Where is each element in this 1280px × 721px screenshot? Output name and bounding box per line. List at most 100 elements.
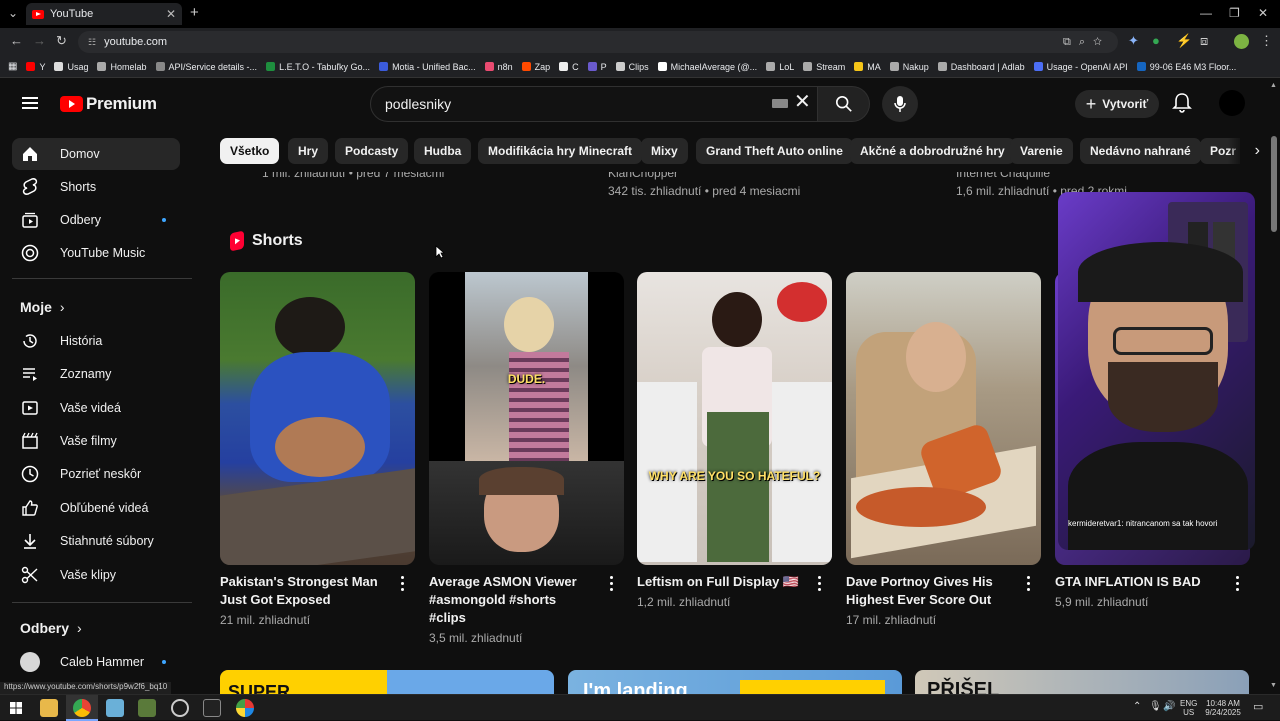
sidebar-item-you[interactable]: Zoznamy — [12, 358, 180, 390]
sidebar-item-you[interactable]: Vaše filmy — [12, 425, 180, 457]
tab-search-icon[interactable]: ⌄ — [8, 6, 18, 20]
sidebar-item-you[interactable]: História — [12, 325, 180, 357]
bookmark-item[interactable]: Stream — [803, 62, 845, 72]
apps-grid-icon[interactable]: ▦ — [8, 61, 17, 72]
short-thumbnail[interactable] — [846, 272, 1041, 565]
extension-2-icon[interactable]: ● — [1152, 33, 1160, 48]
filter-chip[interactable]: Hry — [288, 138, 329, 164]
bookmark-item[interactable]: Dashboard | Adlab — [937, 62, 1025, 72]
sidebar-item-you[interactable]: Vaše klipy — [12, 559, 180, 591]
prev-video-channel[interactable]: Internet Chaquille — [956, 172, 1050, 180]
notifications-bell-icon[interactable] — [1172, 92, 1192, 114]
bookmark-item[interactable]: Homelab — [97, 62, 147, 72]
scroll-up-icon[interactable]: ▲ — [1270, 82, 1277, 89]
bookmark-item[interactable]: API/Service details -... — [155, 62, 257, 72]
page-scrollbar[interactable]: ▲ ▼ — [1268, 78, 1280, 694]
bookmark-item[interactable]: Clips — [615, 62, 649, 72]
more-options-icon[interactable] — [610, 576, 614, 594]
bookmark-item[interactable]: Zap — [521, 62, 550, 72]
sidebar-you-heading[interactable]: Moje › — [20, 299, 65, 315]
filter-chip[interactable]: Všetko — [220, 138, 280, 164]
voice-search-button[interactable] — [882, 86, 918, 122]
filter-chip[interactable]: Modifikácia hry Minecraft — [478, 138, 643, 164]
bookmark-item[interactable]: LoL — [766, 62, 794, 72]
sidebar-item-odbery[interactable]: Odbery — [12, 204, 180, 236]
extension-icon[interactable]: ✦ — [1128, 33, 1139, 49]
terminal-icon[interactable] — [203, 699, 221, 717]
minimize-icon[interactable]: — — [1200, 6, 1212, 20]
sidebar-item-youtube-music[interactable]: YouTube Music — [12, 237, 180, 269]
windows-start-icon[interactable] — [10, 702, 22, 714]
bookmark-item[interactable]: Y — [26, 62, 45, 72]
browser-tab[interactable]: YouTube ✕ — [26, 3, 182, 25]
search-button[interactable] — [818, 86, 870, 122]
microphone-tray-icon[interactable]: 🎙 — [1149, 701, 1162, 712]
more-options-icon[interactable] — [1236, 576, 1240, 594]
short-card[interactable]: DUDE. Average ASMON Viewer #asmongold #s… — [429, 272, 624, 645]
bookmark-item[interactable]: MichaelAverage (@... — [657, 62, 757, 72]
sidebar-item-you[interactable]: Vaše videá — [12, 392, 180, 424]
filter-chip[interactable]: Mixy — [641, 138, 688, 164]
search-input[interactable]: podlesniky — [370, 86, 818, 122]
language-indicator[interactable]: ENG US — [1180, 699, 1197, 717]
short-thumbnail[interactable]: DUDE. — [429, 272, 624, 565]
bookmark-item[interactable]: MA — [854, 62, 881, 72]
more-options-icon[interactable] — [401, 576, 405, 594]
scrollbar-thumb[interactable] — [1271, 136, 1277, 232]
short-card[interactable]: WHY ARE YOU SO HATEFUL? Leftism on Full … — [637, 272, 832, 609]
app-icon[interactable] — [106, 699, 124, 717]
short-title[interactable]: Leftism on Full Display 🇺🇸 — [637, 573, 802, 591]
menu-hamburger-icon[interactable] — [22, 97, 38, 109]
short-card[interactable]: Pakistan's Strongest Man Just Got Expose… — [220, 272, 415, 627]
more-options-icon[interactable] — [818, 576, 822, 594]
new-tab-icon[interactable]: + — [190, 4, 199, 21]
filter-chip[interactable]: Grand Theft Auto online — [696, 138, 853, 164]
short-title[interactable]: GTA INFLATION IS BAD — [1055, 573, 1220, 591]
scroll-down-icon[interactable]: ▼ — [1270, 682, 1277, 689]
restore-icon[interactable]: ❐ — [1229, 6, 1240, 20]
filter-chip[interactable]: Akčné a dobrodružné hry — [850, 138, 1015, 164]
video-thumbnail[interactable]: SUPER — [220, 670, 554, 694]
sidebar-item-you[interactable]: Stiahnuté súbory — [12, 525, 180, 557]
bookmark-item[interactable]: Nakup — [889, 62, 929, 72]
bookmark-item[interactable]: 99-06 E46 M3 Floor... — [1136, 62, 1236, 72]
bookmark-item[interactable]: L.E.T.O - Tabuľky Go... — [266, 62, 370, 72]
profile-avatar-icon[interactable] — [1234, 34, 1249, 49]
short-title[interactable]: Pakistan's Strongest Man Just Got Expose… — [220, 573, 385, 609]
bookmark-item[interactable]: n8n — [484, 62, 513, 72]
clear-search-icon[interactable]: ✕ — [794, 92, 811, 112]
filter-chip[interactable]: Varenie — [1010, 138, 1073, 164]
tab-close-icon[interactable]: ✕ — [166, 7, 176, 21]
tray-chevron-icon[interactable]: ⌃ — [1133, 701, 1141, 712]
app-icon[interactable] — [138, 699, 156, 717]
app-icon[interactable] — [171, 699, 189, 717]
reload-icon[interactable]: ↻ — [56, 33, 67, 49]
chrome-menu-icon[interactable]: ⋮ — [1260, 33, 1273, 49]
short-thumbnail[interactable] — [220, 272, 415, 565]
more-options-icon[interactable] — [1027, 576, 1031, 594]
site-info-icon[interactable]: ☷ — [88, 37, 96, 48]
taskbar-active-app[interactable] — [66, 695, 98, 721]
filter-chip[interactable]: Hudba — [414, 138, 472, 164]
filter-chip[interactable]: Nedávno nahrané — [1080, 138, 1201, 164]
sidebar-item-shorts[interactable]: Shorts — [12, 171, 180, 203]
app-icon[interactable] — [236, 699, 254, 717]
url-field[interactable]: ☷ youtube.com ⧉⌕☆ — [78, 31, 1118, 53]
video-thumbnail[interactable]: PŘIŠEL — [915, 670, 1249, 694]
short-card[interactable]: Dave Portnoy Gives His Highest Ever Scor… — [846, 272, 1041, 627]
bookmark-item[interactable]: P — [587, 62, 607, 72]
window-close-icon[interactable]: ✕ — [1258, 6, 1268, 20]
keyboard-icon[interactable] — [772, 99, 788, 108]
short-title[interactable]: Average ASMON Viewer #asmongold #shorts … — [429, 573, 594, 627]
sidebar-item-domov[interactable]: Domov — [12, 138, 180, 170]
bookmark-item[interactable]: Usag — [54, 62, 88, 72]
video-thumbnail[interactable]: I'm landing — [568, 670, 902, 694]
short-thumbnail[interactable]: WHY ARE YOU SO HATEFUL? — [637, 272, 832, 565]
filter-chip[interactable]: Podcasty — [335, 138, 409, 164]
sidebar-item-you[interactable]: Pozrieť neskôr — [12, 458, 180, 490]
clock[interactable]: 10:48 AM 9/24/2025 — [1203, 699, 1243, 717]
youtube-premium-logo[interactable]: Premium — [60, 94, 157, 114]
sidebar-item-you[interactable]: Obľúbené videá — [12, 492, 180, 524]
notifications-icon[interactable]: ▭ — [1253, 700, 1263, 713]
account-avatar[interactable] — [1219, 90, 1245, 116]
